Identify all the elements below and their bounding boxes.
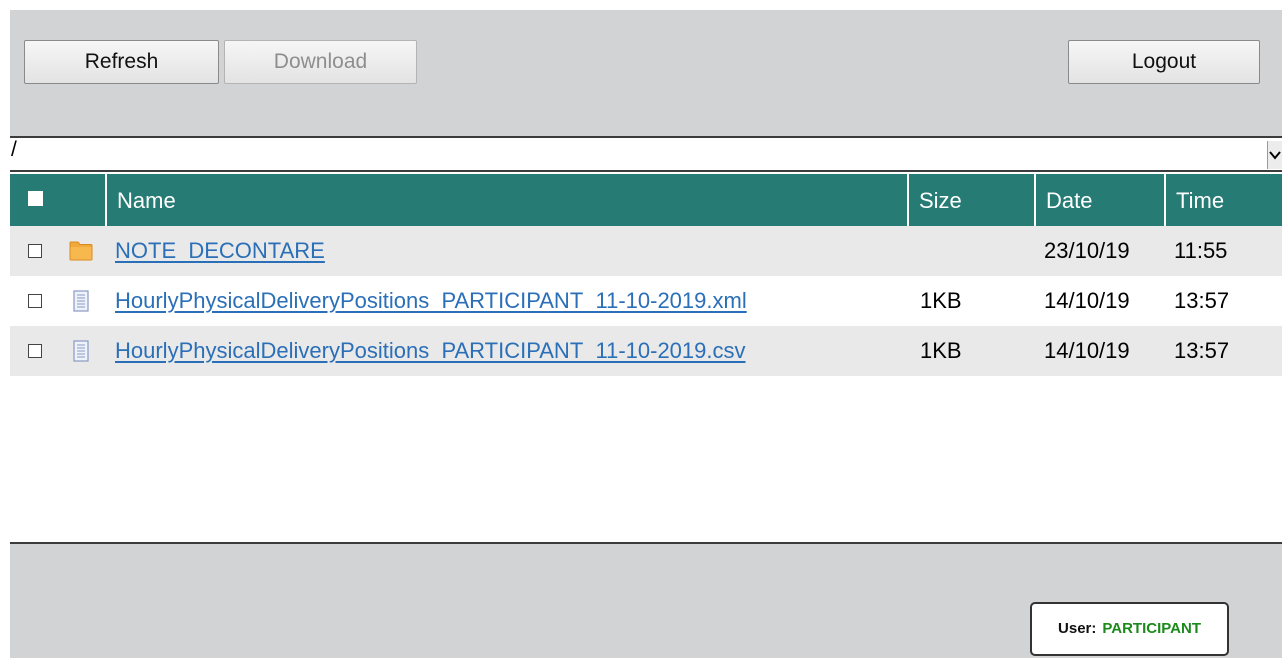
row-date: 23/10/19	[1044, 238, 1130, 263]
chevron-down-icon[interactable]	[1267, 141, 1282, 169]
folder-icon	[69, 241, 93, 261]
row-time: 13:57	[1174, 288, 1230, 313]
user-label: User:	[1058, 620, 1097, 637]
column-header-size[interactable]: Size	[907, 174, 1034, 226]
row-date: 14/10/19	[1044, 338, 1130, 363]
select-all-cell	[10, 174, 105, 226]
path-select[interactable]: /	[10, 138, 1282, 172]
row-checkbox[interactable]	[28, 244, 42, 258]
select-all-checkbox[interactable]	[28, 191, 43, 206]
download-button[interactable]: Download	[224, 40, 417, 84]
column-header-time[interactable]: Time	[1164, 174, 1282, 226]
column-header-name[interactable]: Name	[105, 174, 907, 226]
row-size: 1KB	[920, 288, 962, 313]
path-value: /	[11, 138, 17, 161]
footer: User: PARTICIPANT	[10, 542, 1282, 658]
row-time: 11:55	[1174, 238, 1228, 263]
column-header-date[interactable]: Date	[1034, 174, 1164, 226]
row-checkbox[interactable]	[28, 344, 42, 358]
table-row[interactable]: HourlyPhysicalDeliveryPositions_PARTICIP…	[10, 326, 1282, 376]
toolbar: Refresh Download Logout	[10, 10, 1282, 138]
row-date: 14/10/19	[1044, 288, 1130, 313]
refresh-button[interactable]: Refresh	[24, 40, 219, 84]
file-icon	[73, 340, 89, 362]
file-browser-page: Refresh Download Logout / Name Size Date…	[0, 0, 1282, 658]
table-row[interactable]: HourlyPhysicalDeliveryPositions_PARTICIP…	[10, 276, 1282, 326]
file-link[interactable]: HourlyPhysicalDeliveryPositions_PARTICIP…	[115, 276, 747, 326]
row-time: 13:57	[1174, 338, 1230, 363]
folder-link[interactable]: NOTE_DECONTARE	[115, 226, 325, 276]
row-checkbox[interactable]	[28, 294, 42, 308]
user-badge: User: PARTICIPANT	[1030, 602, 1229, 656]
table-row[interactable]: NOTE_DECONTARE 23/10/19 11:55	[10, 226, 1282, 276]
file-icon	[73, 290, 89, 312]
user-name: PARTICIPANT	[1102, 620, 1201, 637]
row-size: 1KB	[920, 338, 962, 363]
logout-button[interactable]: Logout	[1068, 40, 1260, 84]
file-table-header: Name Size Date Time	[10, 174, 1282, 226]
file-link[interactable]: HourlyPhysicalDeliveryPositions_PARTICIP…	[115, 326, 746, 376]
